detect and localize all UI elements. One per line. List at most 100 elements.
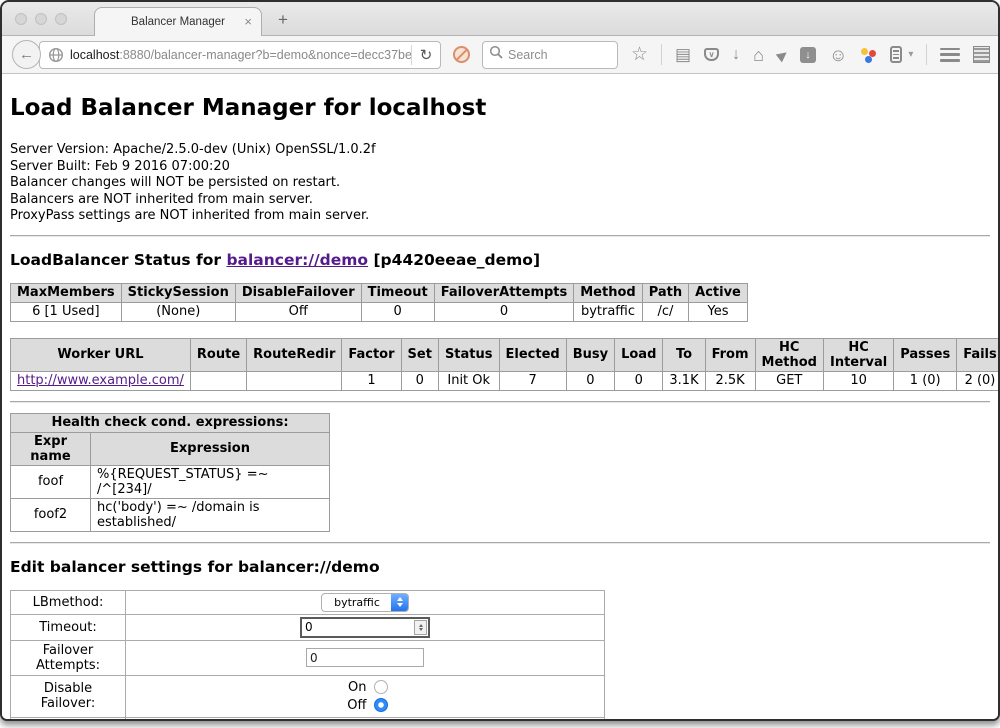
tab-balancer-manager[interactable]: Balancer Manager ×: [94, 7, 262, 36]
balancer-demo-link[interactable]: balancer://demo: [226, 251, 368, 269]
lbmethod-label: LBmethod:: [11, 590, 126, 614]
sticky-session-input[interactable]: [130, 720, 478, 722]
failover-attempts-input[interactable]: [306, 648, 424, 667]
timeout-input[interactable]: [302, 620, 414, 634]
server-version-line: Server Version: Apache/2.5.0-dev (Unix) …: [10, 142, 990, 159]
disable-failover-on-radio[interactable]: [374, 680, 388, 694]
url-text[interactable]: localhost:8880/balancer-manager?b=demo&n…: [70, 48, 411, 62]
form-row-sticky: Sticky Session: (Use '-' to delete): [11, 717, 605, 721]
balancer-status-table: MaxMembers StickySession DisableFailover…: [10, 283, 748, 322]
table-header-row: Health check cond. expressions:: [11, 413, 330, 432]
zoom-window-button[interactable]: [55, 13, 67, 25]
table-row: http://www.example.com/ 1 0 Init Ok 7 0 …: [11, 371, 1000, 390]
menu-icon[interactable]: [940, 48, 960, 62]
globe-icon: [48, 47, 64, 63]
tab-close-icon[interactable]: ×: [244, 14, 252, 29]
divider: [10, 235, 990, 237]
reload-button[interactable]: ↻: [412, 46, 440, 64]
col-method: Method: [574, 283, 642, 302]
reading-list-icon[interactable]: ▤: [675, 46, 691, 63]
proxypass-warning-line: ProxyPass settings are NOT inherited fro…: [10, 208, 990, 225]
divider: [10, 542, 990, 544]
col-maxmembers: MaxMembers: [11, 283, 122, 302]
new-tab-button[interactable]: +: [278, 10, 288, 30]
status-heading-suffix: [p4420eeae_demo]: [368, 251, 540, 269]
toolbar-separator: [661, 44, 662, 65]
col-failoverattempts: FailoverAttempts: [434, 283, 574, 302]
table-header-row: Worker URL Route RouteRedir Factor Set S…: [11, 338, 1000, 371]
number-spinner-icon[interactable]: [414, 620, 427, 635]
worker-url-link[interactable]: http://www.example.com/: [17, 373, 184, 388]
url-bar[interactable]: localhost:8880/balancer-manager?b=demo&n…: [39, 41, 441, 69]
search-icon: [489, 45, 503, 64]
balancer-settings-form: LBmethod: bytraffic Timeout:: [10, 590, 605, 722]
worker-table: Worker URL Route RouteRedir Factor Set S…: [10, 338, 1000, 391]
table-row: foof %{REQUEST_STATUS} =~ /^[234]/: [11, 465, 330, 498]
colored-dots-extension-icon[interactable]: [860, 47, 877, 63]
content-blocked-icon[interactable]: [453, 46, 470, 63]
col-disablefailover: DisableFailover: [235, 283, 361, 302]
form-row-timeout: Timeout:: [11, 614, 605, 640]
lbmethod-selected-value: bytraffic: [334, 596, 380, 609]
browser-window: Balancer Manager × + ← localhost:8880/ba…: [0, 0, 1000, 721]
bookmark-star-icon[interactable]: ☆: [631, 45, 648, 64]
form-row-lbmethod: LBmethod: bytraffic: [11, 590, 605, 614]
persist-warning-line: Balancer changes will NOT be persisted o…: [10, 175, 990, 192]
form-row-failover: Failover Attempts:: [11, 640, 605, 675]
col-stickysession: StickySession: [121, 283, 235, 302]
page-title: Load Balancer Manager for localhost: [10, 95, 990, 121]
container-tab-icon[interactable]: [890, 46, 902, 63]
table-header-row: MaxMembers StickySession DisableFailover…: [11, 283, 748, 302]
table-row: 6 [1 Used] (None) Off 0 0 bytraffic /c/ …: [11, 302, 748, 321]
failover-attempts-label: Failover Attempts:: [11, 640, 126, 675]
col-expr-name: Expr name: [11, 432, 91, 465]
lbmethod-select[interactable]: bytraffic: [321, 593, 409, 612]
timeout-input-wrap: [300, 617, 430, 638]
col-active: Active: [689, 283, 748, 302]
downloads-icon[interactable]: ↓: [732, 47, 740, 63]
table-row: foof2 hc('body') =~ /domain is establish…: [11, 498, 330, 531]
hc-table-title: Health check cond. expressions:: [11, 413, 330, 432]
home-icon[interactable]: ⌂: [753, 46, 764, 64]
traffic-lights: [15, 13, 67, 25]
select-stepper-icon: [391, 594, 408, 611]
tab-title: Balancer Manager: [131, 16, 225, 28]
minimize-window-button[interactable]: [35, 13, 47, 25]
url-host: localhost: [70, 48, 119, 62]
radio-off-label: Off: [343, 698, 367, 713]
timeout-label: Timeout:: [11, 614, 126, 640]
form-row-disable-failover: Disable Failover: On Off: [11, 675, 605, 717]
back-button[interactable]: ←: [12, 40, 41, 69]
status-heading: LoadBalancer Status for balancer://demo …: [10, 251, 990, 269]
col-timeout: Timeout: [361, 283, 434, 302]
page-content: Load Balancer Manager for localhost Serv…: [2, 74, 998, 720]
feedback-smiley-icon[interactable]: ☺: [829, 46, 847, 64]
divider: [10, 401, 990, 403]
col-worker-url: Worker URL: [11, 338, 191, 371]
balancers-warning-line: Balancers are NOT inherited from main se…: [10, 192, 990, 209]
disable-failover-label: Disable Failover:: [11, 675, 126, 717]
search-bar[interactable]: [482, 41, 618, 69]
chevron-down-icon[interactable]: ▾: [908, 49, 913, 60]
health-check-table: Health check cond. expressions: Expr nam…: [10, 413, 330, 532]
server-info: Server Version: Apache/2.5.0-dev (Unix) …: [10, 142, 990, 225]
extension-download-icon[interactable]: ↓: [800, 47, 816, 63]
server-built-line: Server Built: Feb 9 2016 07:00:20: [10, 159, 990, 176]
close-window-button[interactable]: [15, 13, 27, 25]
grid-extension-icon[interactable]: [973, 46, 990, 63]
disable-failover-off-radio[interactable]: [374, 698, 388, 712]
send-tab-icon[interactable]: ▶: [774, 46, 790, 62]
toolbar-separator: [926, 44, 927, 65]
search-input[interactable]: [508, 48, 598, 62]
edit-settings-heading: Edit balancer settings for balancer://de…: [10, 558, 990, 576]
navigation-toolbar: ← localhost:8880/balancer-manager?b=demo…: [2, 36, 998, 74]
pocket-icon[interactable]: ∨: [704, 48, 719, 61]
toolbar-icons: ☆ ▤ ∨ ↓ ⌂ ▶ ↓ ☺ ▾: [631, 44, 990, 65]
url-path: :8880/balancer-manager?b=demo&nonce=decc…: [119, 48, 411, 62]
status-heading-prefix: LoadBalancer Status for: [10, 251, 226, 269]
back-arrow-icon: ←: [19, 46, 34, 63]
table-header-row: Expr name Expression: [11, 432, 330, 465]
col-expression: Expression: [91, 432, 330, 465]
tab-bar: Balancer Manager × +: [2, 2, 998, 36]
col-path: Path: [642, 283, 688, 302]
